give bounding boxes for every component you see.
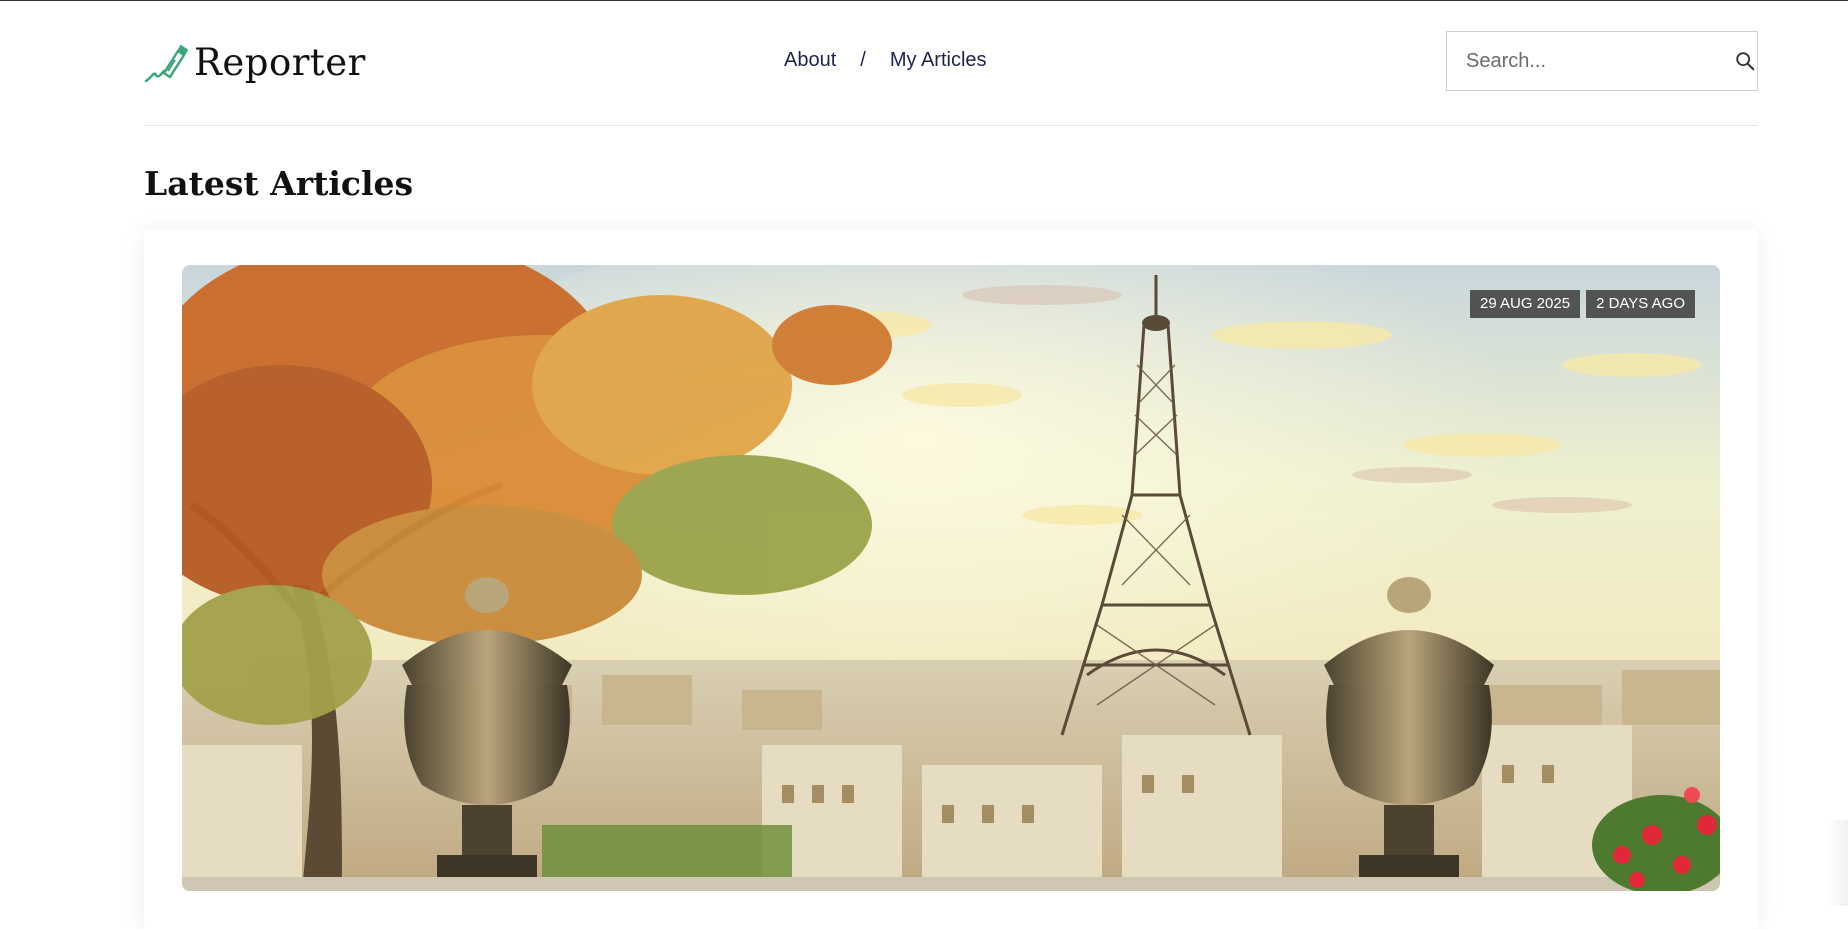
date-badge: 29 AUG 2025: [1469, 290, 1581, 318]
nav-about-link[interactable]: About: [784, 49, 836, 72]
featured-article-image[interactable]: 29 AUG 2025 2 DAYS AGO: [182, 265, 1720, 891]
featured-article-card[interactable]: 29 AUG 2025 2 DAYS AGO: [144, 229, 1758, 929]
site-header: Reporter About / My Articles: [144, 1, 1758, 126]
search-box: [1446, 31, 1758, 91]
paris-eiffel-tower-image: [182, 265, 1720, 891]
search-icon: [1736, 52, 1755, 71]
pen-nib-icon: [144, 44, 188, 83]
scroll-edge-shadow: [1828, 820, 1848, 906]
article-meta-badges: 29 AUG 2025 2 DAYS AGO: [1469, 290, 1695, 318]
section-title: Latest Articles: [144, 164, 414, 203]
search-input[interactable]: [1447, 48, 1733, 74]
site-logo[interactable]: Reporter: [144, 41, 366, 85]
nav-my-articles-link[interactable]: My Articles: [890, 49, 987, 72]
nav-separator: /: [860, 49, 866, 71]
relative-time-badge: 2 DAYS AGO: [1586, 290, 1695, 318]
main-nav: About / My Articles: [784, 49, 987, 72]
logo-text: Reporter: [194, 41, 366, 84]
search-button[interactable]: [1733, 32, 1757, 90]
